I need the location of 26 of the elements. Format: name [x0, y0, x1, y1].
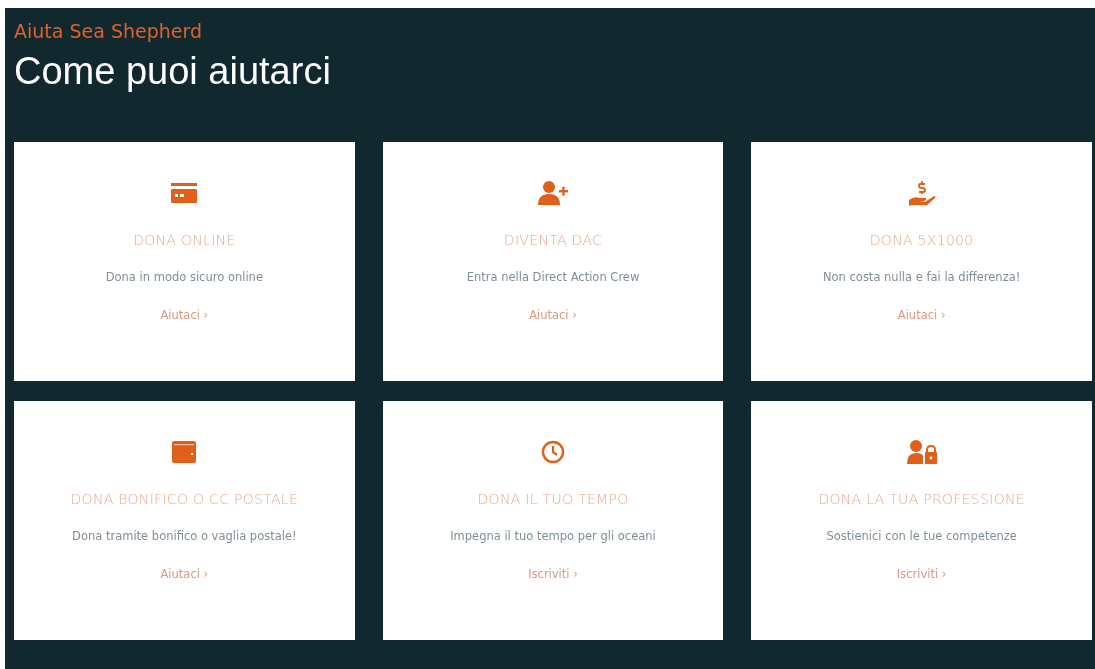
- card-description: Impegna il tuo tempo per gli oceani: [450, 529, 656, 544]
- card-link[interactable]: Aiutaci ›: [529, 308, 577, 323]
- card-description: Dona in modo sicuro online: [105, 270, 263, 285]
- section-kicker: Aiuta Sea Shepherd: [14, 20, 202, 43]
- page-heading: Come puoi aiutarci: [14, 48, 331, 94]
- card-description: Non costa nulla e fai la differenza!: [822, 270, 1021, 285]
- card-link[interactable]: Iscriviti ›: [896, 567, 947, 582]
- user-plus-icon: [538, 181, 568, 206]
- card-description: Dona tramite bonifico o vaglia postale!: [72, 529, 297, 544]
- card-title: DONA IL TUO TEMPO: [477, 491, 629, 508]
- card-link[interactable]: Iscriviti ›: [528, 567, 578, 582]
- card-title: DONA ONLINE: [133, 232, 236, 249]
- card-title: DONA LA TUA PROFESSIONE: [818, 491, 1025, 508]
- card-description: Sostienici con le tue competenze: [826, 529, 1017, 544]
- user-lock-icon: [906, 440, 937, 465]
- wallet-icon: [172, 441, 197, 464]
- credit-card-icon: [171, 183, 198, 204]
- card-title: DIVENTA DAC: [503, 232, 603, 249]
- hand-coin-icon: [907, 180, 936, 207]
- card-title: DONA 5X1000: [869, 232, 974, 249]
- card-description: Entra nella Direct Action Crew: [466, 270, 640, 285]
- card-link[interactable]: Aiutaci ›: [160, 308, 209, 323]
- card-link[interactable]: Aiutaci ›: [160, 567, 209, 582]
- card-link[interactable]: Aiutaci ›: [897, 308, 946, 323]
- clock-icon: [541, 440, 565, 465]
- card-title: DONA BONIFICO O CC POSTALE: [70, 491, 299, 508]
